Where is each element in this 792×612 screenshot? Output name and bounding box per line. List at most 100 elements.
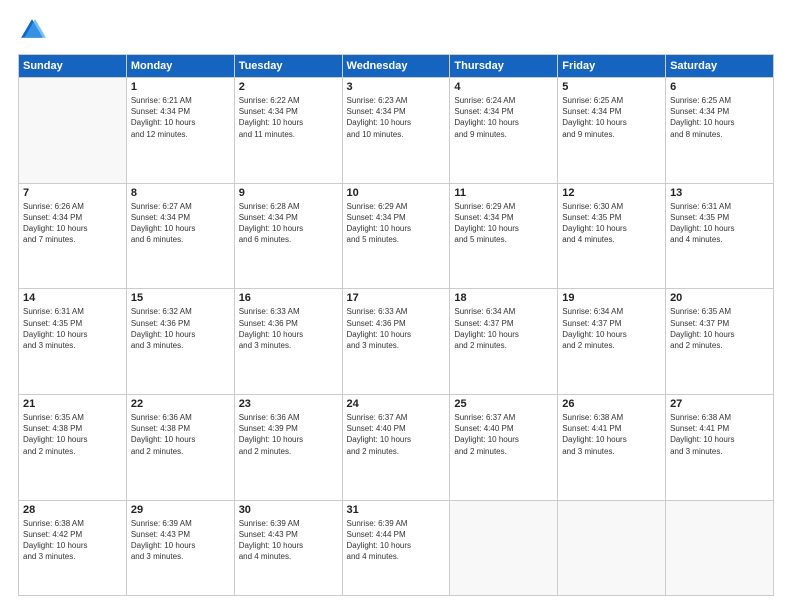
day-number: 20 <box>670 292 769 304</box>
day-cell: 3Sunrise: 6:23 AM Sunset: 4:34 PM Daylig… <box>342 78 450 184</box>
day-info: Sunrise: 6:34 AM Sunset: 4:37 PM Dayligh… <box>454 306 553 351</box>
logo <box>18 16 50 44</box>
day-info: Sunrise: 6:26 AM Sunset: 4:34 PM Dayligh… <box>23 201 122 246</box>
day-cell: 2Sunrise: 6:22 AM Sunset: 4:34 PM Daylig… <box>234 78 342 184</box>
col-header-tuesday: Tuesday <box>234 55 342 78</box>
day-cell <box>19 78 127 184</box>
day-info: Sunrise: 6:25 AM Sunset: 4:34 PM Dayligh… <box>670 95 769 140</box>
day-cell: 11 Sunrise: 6:29 AM Sunset: 4:34 PM Dayli… <box>450 183 558 289</box>
day-info: Sunrise: 6:39 AM Sunset: 4:43 PM Dayligh… <box>239 518 338 563</box>
day-cell: 25 Sunrise: 6:37 AM Sunset: 4:40 PM Dayli… <box>450 395 558 501</box>
day-number: 31 <box>347 504 446 516</box>
day-cell: 28 Sunrise: 6:38 AM Sunset: 4:42 PM Dayli… <box>19 500 127 595</box>
day-info: Sunrise: 6:27 AM Sunset: 4:34 PM Dayligh… <box>131 201 230 246</box>
day-info: Sunrise: 6:34 AM Sunset: 4:37 PM Dayligh… <box>562 306 661 351</box>
day-info: Sunrise: 6:28 AM Sunset: 4:34 PM Dayligh… <box>239 201 338 246</box>
day-number: 25 <box>454 398 553 410</box>
day-cell: 19 Sunrise: 6:34 AM Sunset: 4:37 PM Dayli… <box>558 289 666 395</box>
day-cell: 13 Sunrise: 6:31 AM Sunset: 4:35 PM Dayli… <box>666 183 774 289</box>
day-cell: 10 Sunrise: 6:29 AM Sunset: 4:34 PM Dayli… <box>342 183 450 289</box>
day-info: Sunrise: 6:33 AM Sunset: 4:36 PM Dayligh… <box>239 306 338 351</box>
day-cell: 8 Sunrise: 6:27 AM Sunset: 4:34 PM Daylig… <box>126 183 234 289</box>
day-info: Sunrise: 6:29 AM Sunset: 4:34 PM Dayligh… <box>454 201 553 246</box>
logo-icon <box>18 16 46 44</box>
day-info: Sunrise: 6:37 AM Sunset: 4:40 PM Dayligh… <box>347 412 446 457</box>
day-number: 3 <box>347 81 446 93</box>
day-info: Sunrise: 6:31 AM Sunset: 4:35 PM Dayligh… <box>23 306 122 351</box>
day-cell: 15 Sunrise: 6:32 AM Sunset: 4:36 PM Dayli… <box>126 289 234 395</box>
day-cell: 7 Sunrise: 6:26 AM Sunset: 4:34 PM Daylig… <box>19 183 127 289</box>
week-row-3: 14 Sunrise: 6:31 AM Sunset: 4:35 PM Dayli… <box>19 289 774 395</box>
week-row-1: 1Sunrise: 6:21 AM Sunset: 4:34 PM Daylig… <box>19 78 774 184</box>
day-info: Sunrise: 6:24 AM Sunset: 4:34 PM Dayligh… <box>454 95 553 140</box>
day-number: 11 <box>454 187 553 199</box>
day-cell: 14 Sunrise: 6:31 AM Sunset: 4:35 PM Dayli… <box>19 289 127 395</box>
day-number: 22 <box>131 398 230 410</box>
day-number: 30 <box>239 504 338 516</box>
day-info: Sunrise: 6:25 AM Sunset: 4:34 PM Dayligh… <box>562 95 661 140</box>
day-info: Sunrise: 6:35 AM Sunset: 4:37 PM Dayligh… <box>670 306 769 351</box>
day-number: 13 <box>670 187 769 199</box>
day-cell: 17 Sunrise: 6:33 AM Sunset: 4:36 PM Dayli… <box>342 289 450 395</box>
day-cell: 5 Sunrise: 6:25 AM Sunset: 4:34 PM Daylig… <box>558 78 666 184</box>
day-cell: 24 Sunrise: 6:37 AM Sunset: 4:40 PM Dayli… <box>342 395 450 501</box>
day-cell <box>558 500 666 595</box>
day-number: 7 <box>23 187 122 199</box>
day-info: Sunrise: 6:37 AM Sunset: 4:40 PM Dayligh… <box>454 412 553 457</box>
day-info: Sunrise: 6:22 AM Sunset: 4:34 PM Dayligh… <box>239 95 338 140</box>
day-number: 9 <box>239 187 338 199</box>
day-cell: 6 Sunrise: 6:25 AM Sunset: 4:34 PM Daylig… <box>666 78 774 184</box>
calendar-header-row: SundayMondayTuesdayWednesdayThursdayFrid… <box>19 55 774 78</box>
day-cell: 20 Sunrise: 6:35 AM Sunset: 4:37 PM Dayli… <box>666 289 774 395</box>
day-number: 6 <box>670 81 769 93</box>
day-number: 26 <box>562 398 661 410</box>
day-info: Sunrise: 6:31 AM Sunset: 4:35 PM Dayligh… <box>670 201 769 246</box>
day-number: 24 <box>347 398 446 410</box>
day-number: 16 <box>239 292 338 304</box>
day-number: 1 <box>131 81 230 93</box>
week-row-2: 7 Sunrise: 6:26 AM Sunset: 4:34 PM Daylig… <box>19 183 774 289</box>
day-number: 4 <box>454 81 553 93</box>
day-number: 23 <box>239 398 338 410</box>
day-info: Sunrise: 6:36 AM Sunset: 4:39 PM Dayligh… <box>239 412 338 457</box>
day-cell: 16 Sunrise: 6:33 AM Sunset: 4:36 PM Dayli… <box>234 289 342 395</box>
calendar: SundayMondayTuesdayWednesdayThursdayFrid… <box>18 54 774 596</box>
day-cell: 30 Sunrise: 6:39 AM Sunset: 4:43 PM Dayli… <box>234 500 342 595</box>
col-header-saturday: Saturday <box>666 55 774 78</box>
day-number: 5 <box>562 81 661 93</box>
day-info: Sunrise: 6:36 AM Sunset: 4:38 PM Dayligh… <box>131 412 230 457</box>
day-cell: 22 Sunrise: 6:36 AM Sunset: 4:38 PM Dayli… <box>126 395 234 501</box>
day-number: 8 <box>131 187 230 199</box>
day-cell: 4 Sunrise: 6:24 AM Sunset: 4:34 PM Daylig… <box>450 78 558 184</box>
day-info: Sunrise: 6:35 AM Sunset: 4:38 PM Dayligh… <box>23 412 122 457</box>
day-cell: 26Sunrise: 6:38 AM Sunset: 4:41 PM Dayli… <box>558 395 666 501</box>
col-header-thursday: Thursday <box>450 55 558 78</box>
day-number: 19 <box>562 292 661 304</box>
day-number: 14 <box>23 292 122 304</box>
day-cell <box>450 500 558 595</box>
day-info: Sunrise: 6:29 AM Sunset: 4:34 PM Dayligh… <box>347 201 446 246</box>
day-cell: 12Sunrise: 6:30 AM Sunset: 4:35 PM Dayli… <box>558 183 666 289</box>
day-number: 10 <box>347 187 446 199</box>
week-row-5: 28 Sunrise: 6:38 AM Sunset: 4:42 PM Dayli… <box>19 500 774 595</box>
col-header-sunday: Sunday <box>19 55 127 78</box>
page: SundayMondayTuesdayWednesdayThursdayFrid… <box>0 0 792 612</box>
day-cell: 21Sunrise: 6:35 AM Sunset: 4:38 PM Dayli… <box>19 395 127 501</box>
day-cell <box>666 500 774 595</box>
day-number: 28 <box>23 504 122 516</box>
day-cell: 27Sunrise: 6:38 AM Sunset: 4:41 PM Dayli… <box>666 395 774 501</box>
col-header-monday: Monday <box>126 55 234 78</box>
day-number: 18 <box>454 292 553 304</box>
day-info: Sunrise: 6:38 AM Sunset: 4:42 PM Dayligh… <box>23 518 122 563</box>
day-cell: 18 Sunrise: 6:34 AM Sunset: 4:37 PM Dayli… <box>450 289 558 395</box>
day-number: 12 <box>562 187 661 199</box>
day-info: Sunrise: 6:39 AM Sunset: 4:44 PM Dayligh… <box>347 518 446 563</box>
day-number: 17 <box>347 292 446 304</box>
day-cell: 9 Sunrise: 6:28 AM Sunset: 4:34 PM Daylig… <box>234 183 342 289</box>
col-header-friday: Friday <box>558 55 666 78</box>
day-info: Sunrise: 6:39 AM Sunset: 4:43 PM Dayligh… <box>131 518 230 563</box>
day-info: Sunrise: 6:38 AM Sunset: 4:41 PM Dayligh… <box>670 412 769 457</box>
day-info: Sunrise: 6:33 AM Sunset: 4:36 PM Dayligh… <box>347 306 446 351</box>
day-info: Sunrise: 6:32 AM Sunset: 4:36 PM Dayligh… <box>131 306 230 351</box>
day-number: 15 <box>131 292 230 304</box>
